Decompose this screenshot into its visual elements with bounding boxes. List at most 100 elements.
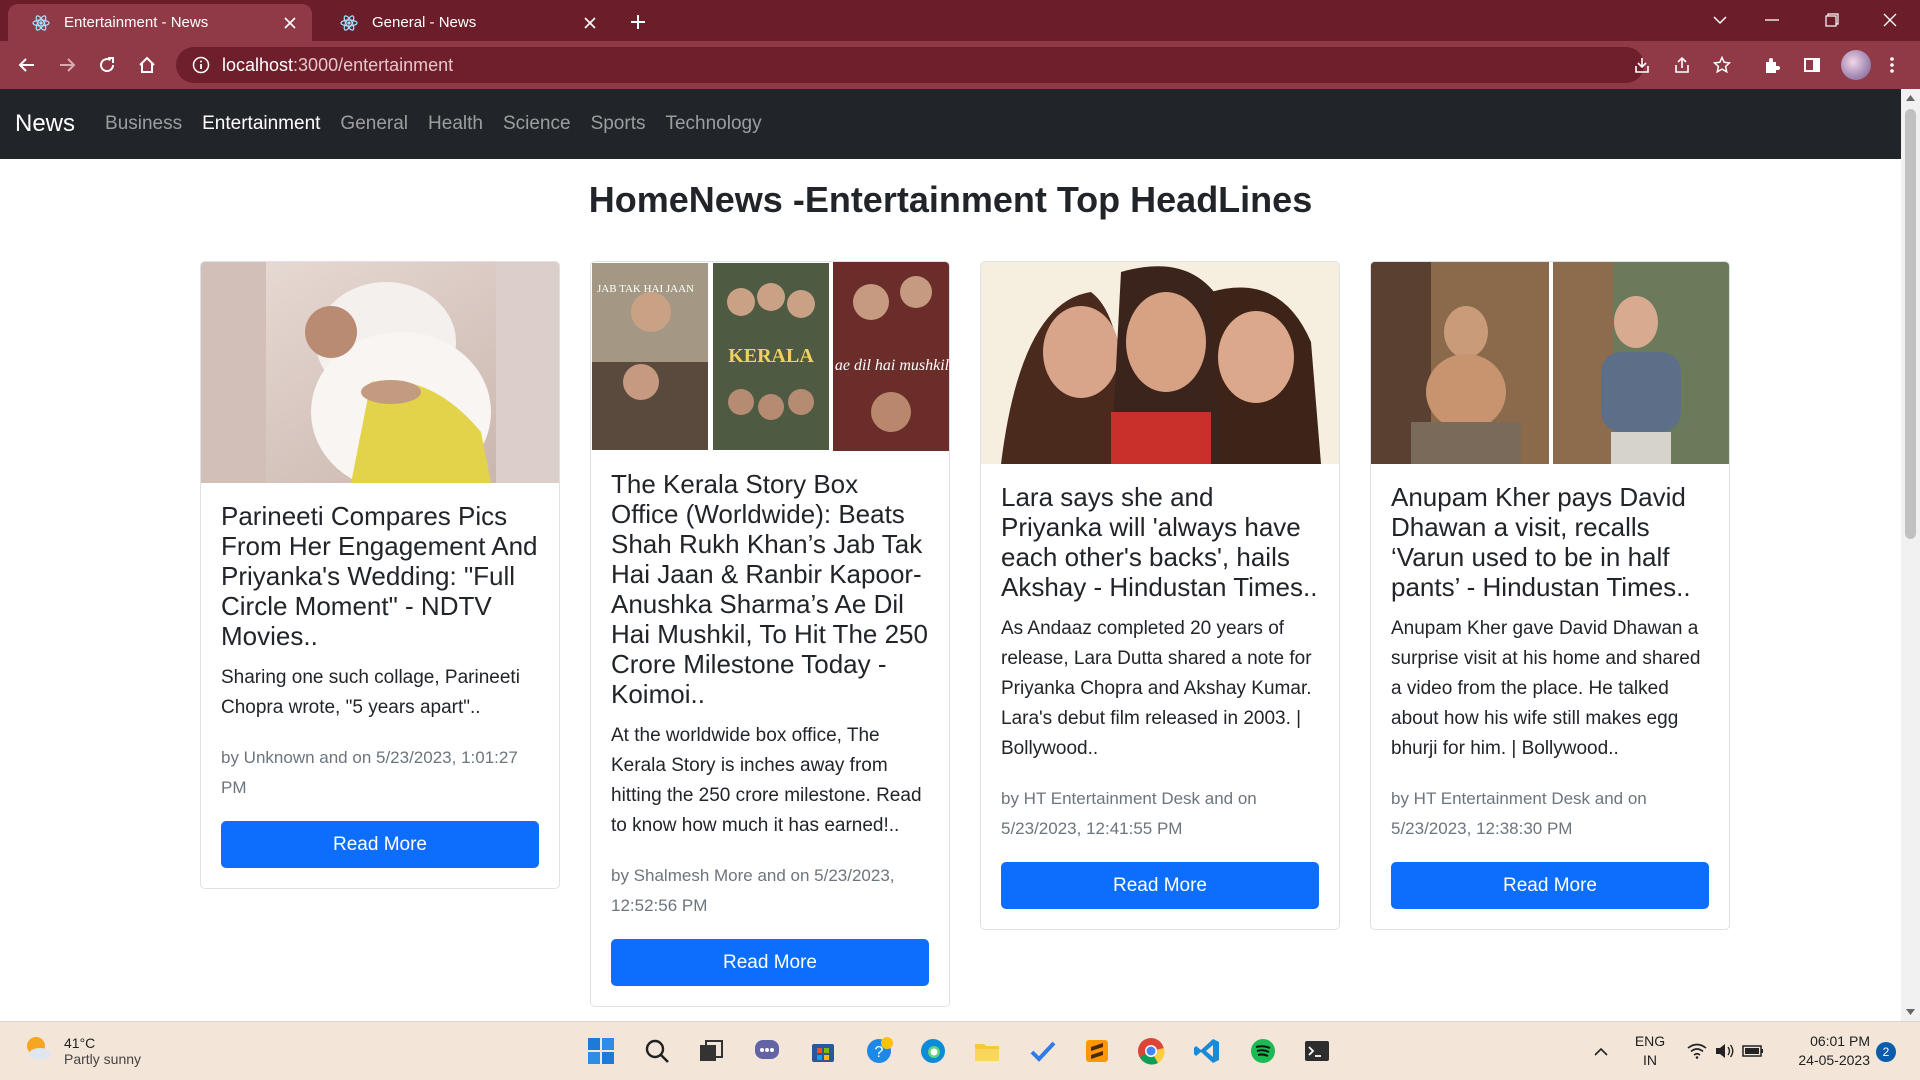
navbar-brand[interactable]: News: [15, 110, 75, 138]
read-more-button[interactable]: Read More: [1391, 862, 1709, 909]
scroll-down-icon[interactable]: [1905, 1007, 1916, 1017]
edge-icon[interactable]: [916, 1034, 950, 1068]
start-icon[interactable]: [584, 1034, 618, 1068]
home-icon[interactable]: [133, 51, 161, 79]
back-icon[interactable]: [13, 51, 41, 79]
url-host: localhost: [222, 54, 294, 75]
tips-icon[interactable]: ?: [862, 1034, 896, 1068]
news-card: Parineeti Compares Pics From Her Engagem…: [200, 261, 560, 889]
todo-icon[interactable]: [1026, 1034, 1060, 1068]
profile-avatar[interactable]: [1841, 50, 1871, 80]
news-title: Anupam Kher pays David Dhawan a visit, r…: [1391, 482, 1691, 602]
poster-caption: ae dil hai mushkil: [835, 357, 949, 374]
news-image: [981, 262, 1339, 464]
news-meta: by Shalmesh More and on 5/23/2023, 12:52…: [611, 866, 895, 915]
scrollbar-thumb[interactable]: [1905, 109, 1916, 539]
news-meta: by Unknown and on 5/23/2023, 1:01:27 PM: [221, 748, 518, 797]
weather-widget[interactable]: 41°C Partly sunny: [22, 1032, 141, 1069]
nav-link-technology[interactable]: Technology: [665, 113, 761, 135]
read-more-button[interactable]: Read More: [221, 821, 539, 868]
nav-link-sports[interactable]: Sports: [591, 113, 646, 135]
scroll-up-icon[interactable]: [1905, 93, 1916, 103]
news-card: Anupam Kher pays David Dhawan a visit, r…: [1370, 261, 1730, 930]
web-page: News Business Entertainment General Heal…: [0, 89, 1901, 1021]
nav-link-general[interactable]: General: [340, 113, 408, 135]
spotify-icon[interactable]: [1246, 1034, 1280, 1068]
tab-search-icon[interactable]: [1698, 6, 1742, 34]
news-description: At the worldwide box office, The Kerala …: [611, 725, 922, 836]
system-clock[interactable]: 06:01 PM 24-05-2023: [1780, 1032, 1870, 1070]
page-scrollbar[interactable]: [1901, 89, 1920, 1021]
language-indicator[interactable]: ENG IN: [1630, 1032, 1670, 1070]
tab-strip: Entertainment - News General - News: [0, 0, 1920, 41]
reload-icon[interactable]: [93, 51, 121, 79]
close-window-icon[interactable]: [1868, 6, 1912, 34]
clock-date: 24-05-2023: [1798, 1052, 1870, 1068]
tab-title: Entertainment - News: [64, 14, 209, 31]
url-path: :3000/entertainment: [293, 54, 454, 75]
nav-link-business[interactable]: Business: [105, 113, 182, 135]
minimize-icon[interactable]: [1750, 6, 1794, 34]
page-title: HomeNews -Entertainment Top HeadLines: [588, 179, 1313, 220]
close-tab-icon[interactable]: [280, 13, 300, 33]
nav-link-science[interactable]: Science: [503, 113, 571, 135]
forward-icon[interactable]: [53, 51, 81, 79]
chrome-icon[interactable]: [1134, 1034, 1168, 1068]
news-description: As Andaaz completed 20 years of release,…: [1001, 618, 1312, 759]
browser-menu-icon[interactable]: [1878, 51, 1906, 79]
site-info-icon[interactable]: [190, 54, 212, 76]
search-icon[interactable]: [640, 1034, 674, 1068]
weather-temp: 41°C: [64, 1034, 96, 1051]
nav-link-entertainment[interactable]: Entertainment: [202, 113, 320, 135]
install-app-icon[interactable]: [1628, 51, 1656, 79]
tab-title: General - News: [372, 14, 477, 31]
news-meta: by HT Entertainment Desk and on 5/23/202…: [1001, 789, 1257, 838]
news-description: Anupam Kher gave David Dhawan a surprise…: [1391, 618, 1701, 759]
bookmark-star-icon[interactable]: [1708, 51, 1736, 79]
news-description: Sharing one such collage, Parineeti Chop…: [221, 667, 520, 718]
news-title: Parineeti Compares Pics From Her Engagem…: [221, 501, 538, 651]
battery-icon[interactable]: [1736, 1034, 1770, 1068]
nav-link-health[interactable]: Health: [428, 113, 483, 135]
browser-toolbar: localhost:3000/entertainment: [0, 41, 1920, 89]
news-image: [201, 262, 559, 483]
poster-caption: KERALA: [728, 345, 814, 367]
poster-caption: JAB TAK HAI JAAN: [597, 283, 694, 295]
sublime-icon[interactable]: [1080, 1034, 1114, 1068]
chevron-up-icon[interactable]: [1584, 1034, 1618, 1068]
notification-badge[interactable]: 2: [1876, 1042, 1896, 1062]
address-bar[interactable]: localhost:3000/entertainment: [176, 47, 1644, 83]
svg-text:?: ?: [875, 1044, 884, 1061]
new-tab-button[interactable]: [624, 8, 652, 36]
news-title: Lara says she and Priyanka will 'always …: [1001, 482, 1318, 602]
news-card: Lara says she and Priyanka will 'always …: [980, 261, 1340, 930]
read-more-button[interactable]: Read More: [1001, 862, 1319, 909]
vscode-icon[interactable]: [1190, 1034, 1224, 1068]
clock-time: 06:01 PM: [1810, 1033, 1870, 1049]
news-image: JAB TAK HAI JAAN KERALA ae dil hai mushk…: [591, 262, 949, 451]
extensions-icon[interactable]: [1758, 51, 1786, 79]
partly-sunny-icon: [22, 1032, 54, 1069]
share-icon[interactable]: [1668, 51, 1696, 79]
taskbar: 41°C Partly sunny ? ENG IN 06:01 PM 24-0…: [0, 1021, 1920, 1080]
task-view-icon[interactable]: [694, 1034, 728, 1068]
news-image: [1371, 262, 1729, 464]
news-title: The Kerala Story Box Office (Worldwide):…: [611, 469, 928, 709]
teams-chat-icon[interactable]: [750, 1034, 784, 1068]
restore-icon[interactable]: [1810, 6, 1854, 34]
read-more-button[interactable]: Read More: [611, 939, 929, 986]
news-card: JAB TAK HAI JAAN KERALA ae dil hai mushk…: [590, 261, 950, 1007]
react-icon: [32, 14, 50, 32]
close-tab-icon[interactable]: [580, 13, 600, 33]
store-icon[interactable]: [806, 1034, 840, 1068]
side-panel-icon[interactable]: [1798, 51, 1826, 79]
language-code: ENG: [1634, 1033, 1666, 1049]
news-meta: by HT Entertainment Desk and on 5/23/202…: [1391, 789, 1647, 838]
terminal-icon[interactable]: [1300, 1034, 1334, 1068]
tab-entertainment[interactable]: Entertainment - News: [8, 4, 312, 41]
weather-desc: Partly sunny: [64, 1050, 142, 1067]
site-navbar: News Business Entertainment General Heal…: [0, 89, 1901, 159]
tab-general[interactable]: General - News: [316, 4, 612, 41]
region-code: IN: [1643, 1052, 1657, 1068]
file-explorer-icon[interactable]: [970, 1034, 1004, 1068]
